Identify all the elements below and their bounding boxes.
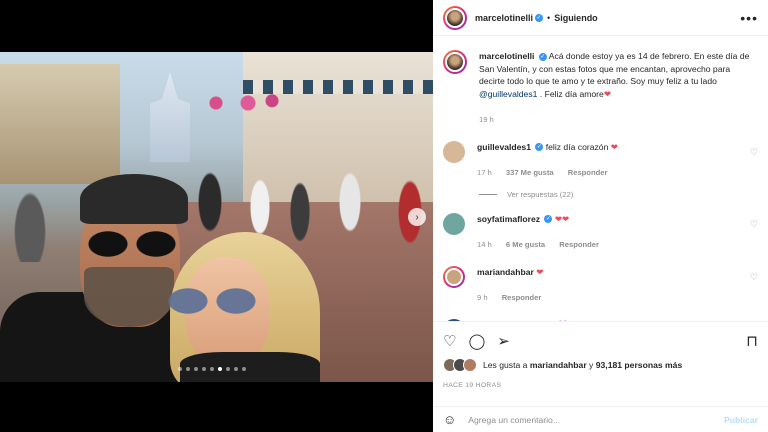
comment-avatar[interactable] xyxy=(443,265,465,288)
bookmark-icon[interactable]: ⊓ xyxy=(746,332,758,350)
comment-avatar[interactable] xyxy=(443,140,465,163)
comment-item: soyfatimaflorez ✓ ❤❤ 14 h 6 Me gusta Res… xyxy=(433,212,768,252)
comment-emoji: ❤❤ xyxy=(554,213,570,224)
comment-time[interactable]: 17 h xyxy=(477,168,492,177)
comment-text: feliz día corazón xyxy=(545,141,609,152)
carousel-dot xyxy=(178,367,182,371)
comment-icon[interactable]: ◯ xyxy=(468,332,485,350)
caption-mention-link[interactable]: @guillevaldes1 xyxy=(479,89,537,99)
post-caption: marcelotinelli ✓ Acá donde estoy ya es 1… xyxy=(433,36,768,127)
view-replies-button[interactable]: Ver respuestas (22) xyxy=(479,190,768,199)
likes-user-link[interactable]: mariandahbar xyxy=(530,360,587,370)
caption-avatar[interactable] xyxy=(443,50,467,74)
comment-like-icon[interactable]: ♡ xyxy=(750,219,758,230)
verified-badge-icon: ✓ xyxy=(535,13,544,22)
comment-composer: ☺ Publicar xyxy=(433,406,768,432)
author-avatar[interactable] xyxy=(443,5,467,30)
verified-badge-icon: ✓ xyxy=(535,143,544,152)
caption-text-end: . Feliz día amore xyxy=(537,88,604,99)
verified-badge-icon: ✓ xyxy=(544,215,553,224)
post-photo[interactable] xyxy=(0,52,433,382)
likes-count-link[interactable]: 93,181 personas más xyxy=(596,360,682,370)
comment-like-icon[interactable]: ♡ xyxy=(750,147,758,158)
share-icon[interactable]: ➢ xyxy=(497,332,510,350)
carousel-dot xyxy=(226,367,230,371)
comment-emoji: ❤ xyxy=(610,141,618,152)
comment-item: mariandahbar ❤ 9 h Responder ♡ xyxy=(433,265,768,305)
comments-list[interactable]: marcelotinelli ✓ Acá donde estoy ya es 1… xyxy=(433,36,768,322)
likes-prefix: Les gusta a xyxy=(483,360,530,370)
heart-emoji: ❤ xyxy=(603,88,612,99)
view-replies-label: Ver respuestas (22) xyxy=(507,189,574,199)
reply-button[interactable]: Responder xyxy=(559,240,599,249)
comment-emoji: 😂💜✍✍✍✍ xyxy=(548,320,598,322)
carousel-dot xyxy=(218,367,222,371)
verified-badge-icon: ✓ xyxy=(537,321,545,322)
carousel-dot xyxy=(194,367,198,371)
comment-username[interactable]: soyfatimaflorez xyxy=(477,214,540,224)
likes-middle: y xyxy=(586,360,596,370)
post-panel: marcelotinelli ✓ • Siguiendo ••• marcelo… xyxy=(433,0,768,432)
comment-emoji: ❤ xyxy=(536,266,544,277)
comment-username[interactable]: guillevaldes1 xyxy=(477,142,531,152)
comment-username[interactable]: mariandahbar xyxy=(477,267,534,277)
comment-input[interactable] xyxy=(468,414,725,425)
carousel-dot xyxy=(210,367,214,371)
author-username[interactable]: marcelotinelli xyxy=(475,13,533,23)
carousel-dots xyxy=(178,367,246,371)
likes-summary: Les gusta a mariandahbar y 93,181 person… xyxy=(443,358,682,372)
header-separator: • xyxy=(547,12,551,23)
comment-likes[interactable]: 337 Me gusta xyxy=(506,168,554,177)
more-options-icon[interactable]: ••• xyxy=(740,10,758,26)
comment-item: guillevaldes1 ✓ feliz día corazón ❤ 17 h… xyxy=(433,140,768,180)
comment-avatar[interactable] xyxy=(443,212,465,235)
carousel-dot xyxy=(234,367,238,371)
caption-time[interactable]: 19 h xyxy=(479,115,494,124)
post-timestamp[interactable]: HACE 19 HORAS xyxy=(443,382,501,389)
comment-username[interactable]: vigilanteartist xyxy=(477,320,533,322)
carousel-next-icon[interactable]: › xyxy=(408,208,426,226)
comment-avatar[interactable] xyxy=(443,318,465,321)
verified-badge-icon: ✓ xyxy=(538,52,547,61)
post-actions: ♡ ◯ ➢ ⊓ xyxy=(443,330,758,352)
comment-time[interactable]: 14 h xyxy=(477,240,492,249)
carousel-dot xyxy=(202,367,206,371)
carousel-dot xyxy=(242,367,246,371)
comment-time[interactable]: 9 h xyxy=(477,293,488,302)
publish-button[interactable]: Publicar xyxy=(724,415,758,425)
follow-status-button[interactable]: Siguiendo xyxy=(554,13,598,23)
carousel-dot xyxy=(186,367,190,371)
post-media: › xyxy=(0,0,433,432)
liker-avatar[interactable] xyxy=(463,358,477,372)
emoji-icon[interactable]: ☺ xyxy=(443,412,456,427)
heart-outline-icon[interactable]: ♡ xyxy=(443,332,456,350)
comment-item: vigilanteartist ✓ 😂💜✍✍✍✍ ♡ xyxy=(433,318,768,322)
reply-button[interactable]: Responder xyxy=(502,293,542,302)
post-header: marcelotinelli ✓ • Siguiendo ••• xyxy=(433,0,768,36)
reply-button[interactable]: Responder xyxy=(568,168,608,177)
comment-likes[interactable]: 6 Me gusta xyxy=(506,240,545,249)
caption-username[interactable]: marcelotinelli xyxy=(479,51,534,61)
comment-like-icon[interactable]: ♡ xyxy=(750,272,758,283)
